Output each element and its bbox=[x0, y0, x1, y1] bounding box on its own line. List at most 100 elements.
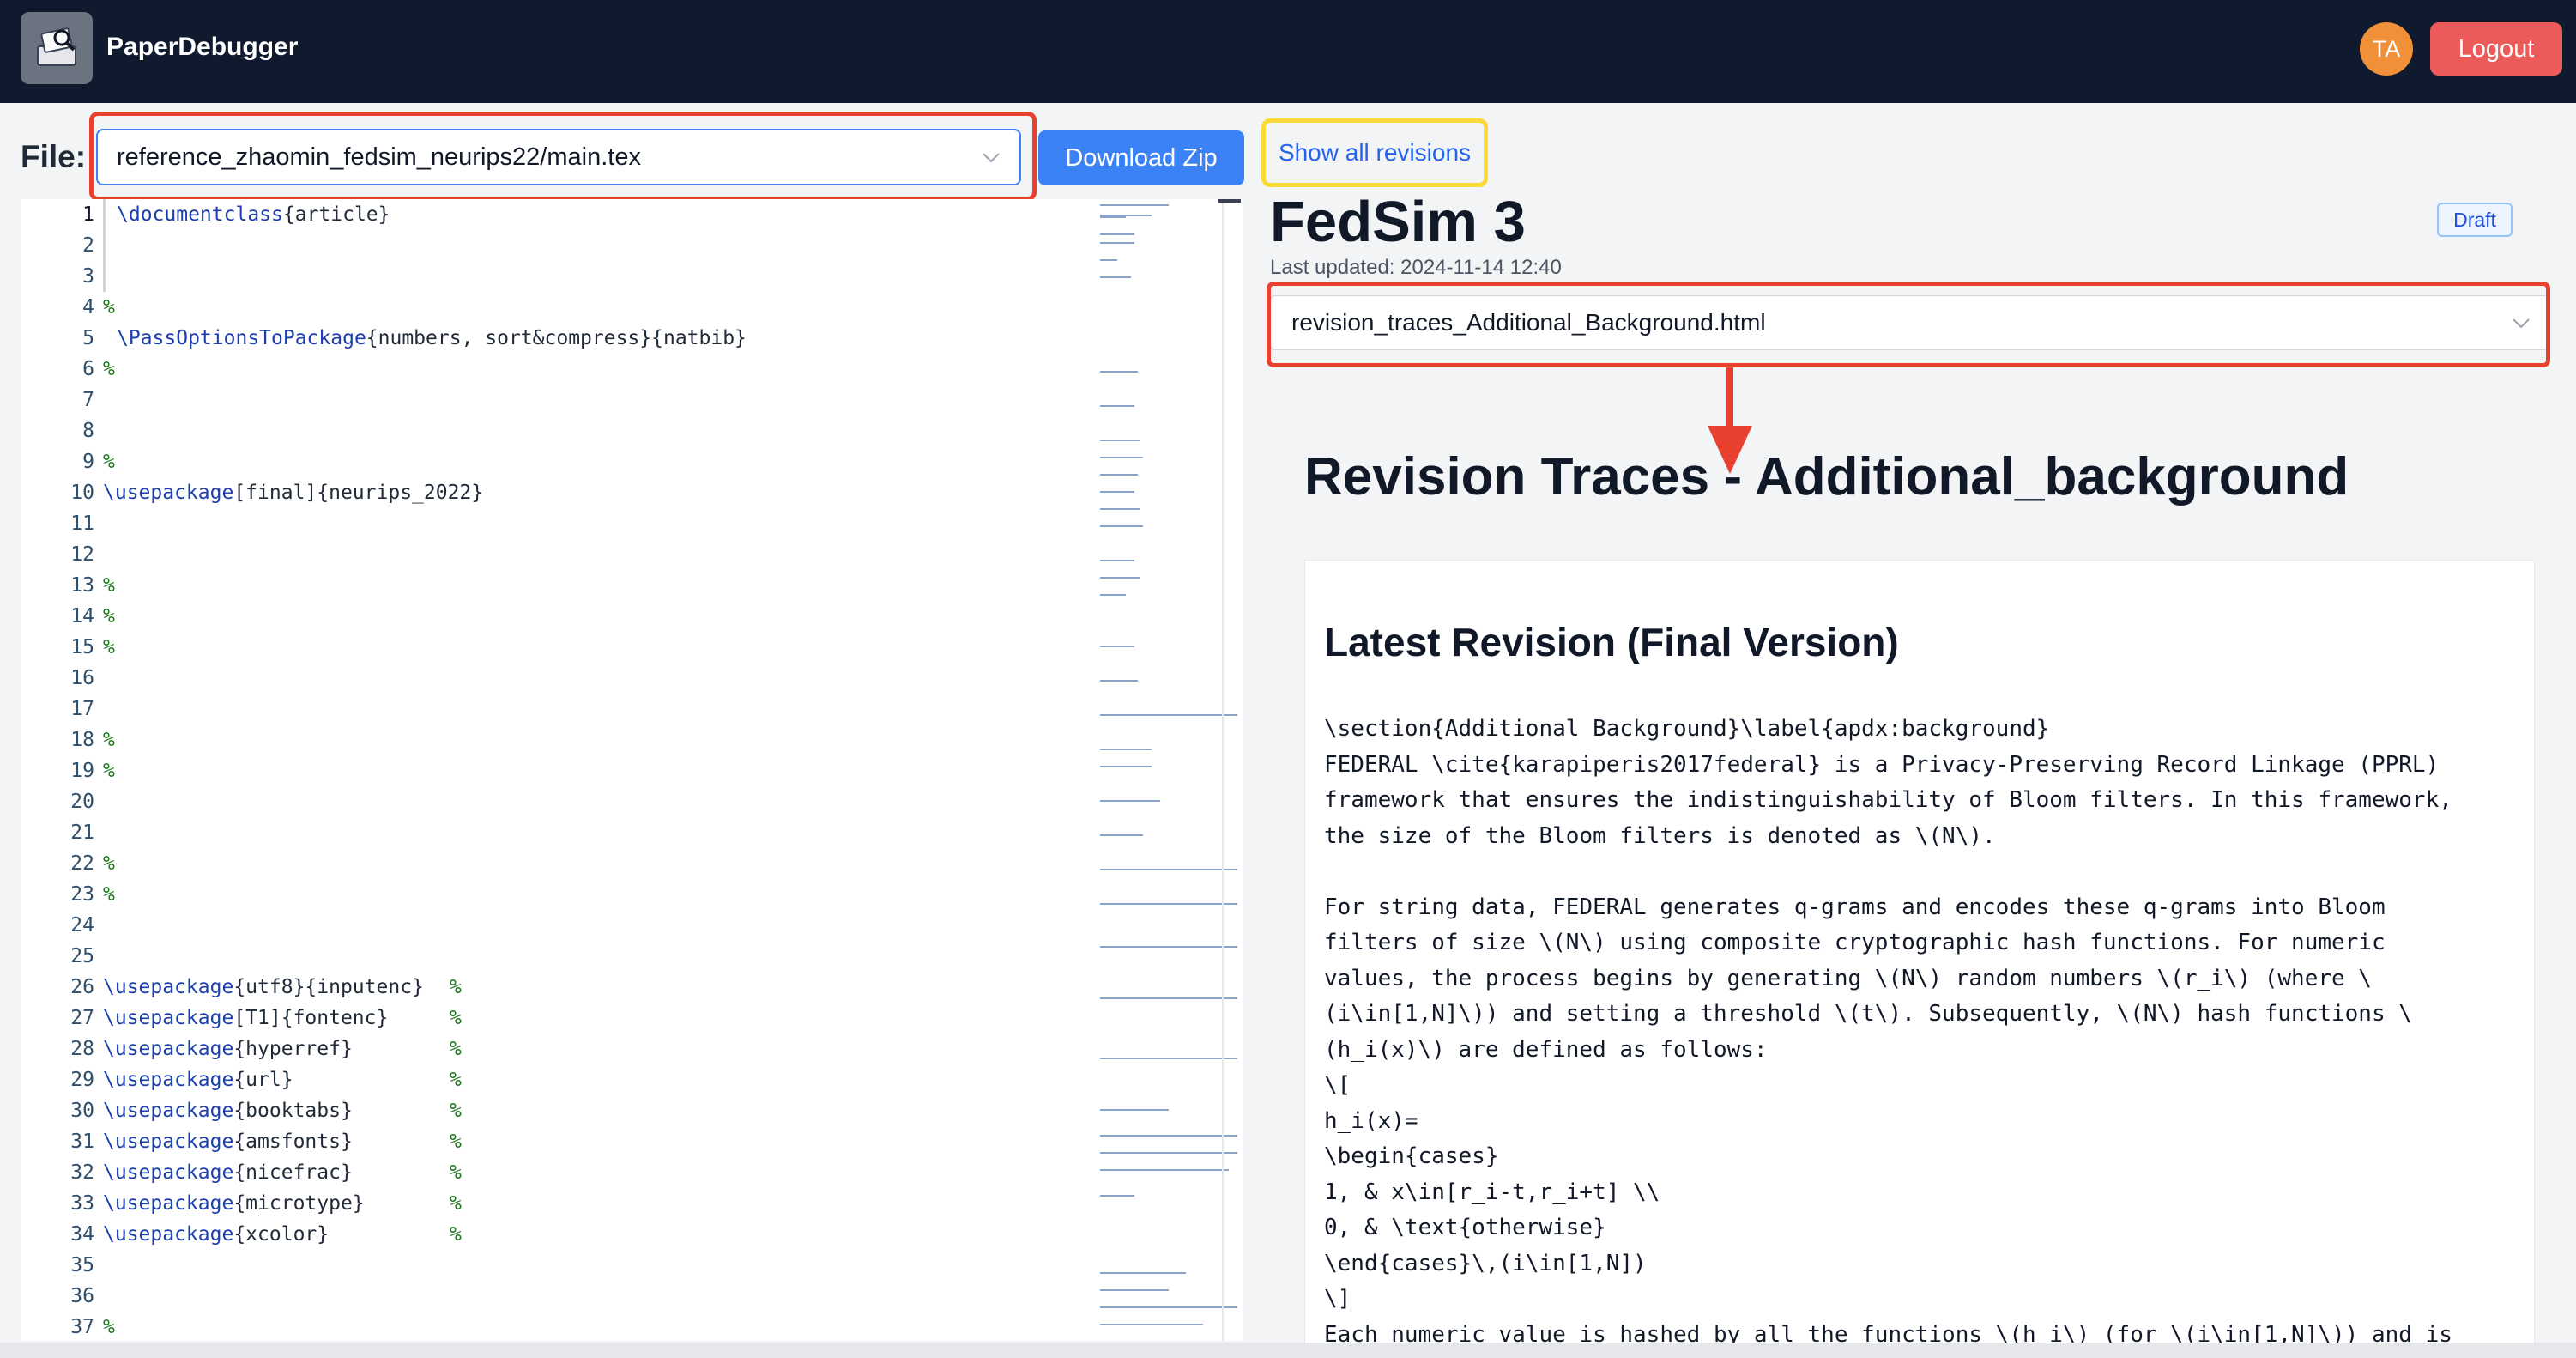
minimap-line bbox=[1100, 560, 1134, 561]
highlight-box-revision bbox=[1267, 282, 2550, 367]
line-number: 1 bbox=[82, 203, 94, 226]
minimap-line bbox=[1100, 1289, 1169, 1291]
minimap-line bbox=[1100, 1058, 1237, 1059]
code-comment: % bbox=[450, 1069, 462, 1091]
line-number: 2 bbox=[82, 234, 94, 257]
code-comment: % bbox=[450, 976, 462, 998]
minimap-line bbox=[1100, 1152, 1237, 1154]
line-number: 25 bbox=[70, 945, 94, 967]
minimap-line bbox=[1100, 1135, 1237, 1137]
line-number: 17 bbox=[70, 698, 94, 720]
line-number: 15 bbox=[70, 636, 94, 658]
minimap-line bbox=[1100, 371, 1138, 373]
active-line-indicator bbox=[103, 199, 106, 292]
minimap-line bbox=[1100, 594, 1126, 596]
minimap-scroll-thumb[interactable] bbox=[1218, 199, 1241, 203]
minimap-line bbox=[1100, 440, 1140, 441]
line-number: 5 bbox=[82, 327, 94, 349]
latest-revision-title: Latest Revision (Final Version) bbox=[1324, 620, 1899, 664]
code-line: \usepackage{microtype} bbox=[103, 1192, 365, 1215]
code-line: % bbox=[103, 358, 115, 380]
code-line: \documentclass{article} bbox=[117, 203, 390, 226]
download-zip-button[interactable]: Download Zip bbox=[1038, 130, 1244, 185]
minimap-line bbox=[1100, 903, 1237, 905]
highlight-box-file bbox=[89, 112, 1037, 201]
document-title: FedSim 3 bbox=[1270, 190, 1526, 254]
code-line: % bbox=[103, 574, 115, 597]
minimap-line bbox=[1100, 1324, 1203, 1325]
minimap-line bbox=[1100, 491, 1134, 493]
minimap-line bbox=[1100, 946, 1237, 948]
line-number: 34 bbox=[70, 1223, 94, 1246]
code-line: % bbox=[103, 605, 115, 627]
line-number: 14 bbox=[70, 605, 94, 627]
minimap-line bbox=[1100, 216, 1126, 218]
line-number: 16 bbox=[70, 667, 94, 689]
line-number: 6 bbox=[82, 358, 94, 380]
editor-minimap[interactable] bbox=[1100, 199, 1241, 1341]
revision-body-text: \section{Additional Background}\label{ap… bbox=[1324, 716, 2452, 1348]
line-number: 20 bbox=[70, 791, 94, 813]
code-comment: % bbox=[450, 1161, 462, 1184]
code-editor[interactable]: 1 2 3 4 5 6 7 8 9 10 11 12 13 14 15 16 1… bbox=[21, 199, 1243, 1341]
code-line: \usepackage{xcolor} bbox=[103, 1223, 330, 1246]
code-line: \usepackage{url} bbox=[103, 1069, 293, 1091]
code-line: \usepackage{utf8}{inputenc} bbox=[103, 976, 424, 998]
line-number: 23 bbox=[70, 883, 94, 906]
line-number: 36 bbox=[70, 1285, 94, 1307]
line-number: 12 bbox=[70, 543, 94, 566]
revision-heading: Revision Traces - Additional_background bbox=[1304, 447, 2349, 506]
line-number: 30 bbox=[70, 1100, 94, 1122]
code-line: \PassOptionsToPackage{numbers, sort&comp… bbox=[117, 327, 747, 349]
minimap-line bbox=[1100, 474, 1138, 476]
status-badge: Draft bbox=[2437, 203, 2513, 237]
line-number: 8 bbox=[82, 420, 94, 442]
user-avatar[interactable]: TA bbox=[2360, 22, 2413, 76]
minimap-line bbox=[1100, 834, 1143, 836]
minimap-line bbox=[1100, 1272, 1186, 1274]
line-number-gutter: 1 2 3 4 5 6 7 8 9 10 11 12 13 14 15 16 1… bbox=[21, 199, 94, 1341]
line-number: 32 bbox=[70, 1161, 94, 1184]
line-number: 22 bbox=[70, 852, 94, 875]
logout-button[interactable]: Logout bbox=[2430, 22, 2562, 76]
minimap-line bbox=[1100, 259, 1117, 261]
show-all-revisions-button[interactable]: Show all revisions bbox=[1261, 118, 1488, 187]
minimap-line bbox=[1100, 1306, 1237, 1308]
line-number: 9 bbox=[82, 451, 94, 473]
code-line: % bbox=[103, 1316, 115, 1338]
code-comment: % bbox=[450, 1038, 462, 1060]
line-number: 3 bbox=[82, 265, 94, 288]
line-number: 24 bbox=[70, 914, 94, 937]
editor-scrollbar[interactable] bbox=[1222, 199, 1224, 1341]
minimap-line bbox=[1100, 646, 1134, 647]
code-line: % bbox=[103, 852, 115, 875]
minimap-line bbox=[1100, 242, 1134, 244]
line-number: 13 bbox=[70, 574, 94, 597]
line-number: 29 bbox=[70, 1069, 94, 1091]
code-line: % bbox=[103, 883, 115, 906]
page-horizontal-scrollbar[interactable] bbox=[0, 1343, 2576, 1358]
line-number: 18 bbox=[70, 729, 94, 751]
code-line: \usepackage{booktabs} bbox=[103, 1100, 353, 1122]
code-comment: % bbox=[450, 1100, 462, 1122]
code-comment: % bbox=[450, 1131, 462, 1153]
line-number: 7 bbox=[82, 389, 94, 411]
minimap-line bbox=[1100, 997, 1237, 999]
file-label: File: bbox=[21, 139, 87, 174]
line-number: 37 bbox=[70, 1316, 94, 1338]
minimap-line bbox=[1100, 276, 1131, 278]
minimap-line bbox=[1100, 1169, 1229, 1171]
minimap-line bbox=[1100, 405, 1134, 407]
revision-content-card[interactable]: Latest Revision (Final Version) \section… bbox=[1304, 560, 2535, 1358]
minimap-line bbox=[1100, 204, 1169, 206]
code-line: \usepackage[final]{neurips_2022} bbox=[103, 482, 484, 504]
code-comment: % bbox=[450, 1192, 462, 1215]
app-logo-icon[interactable] bbox=[21, 12, 93, 84]
line-number: 35 bbox=[70, 1254, 94, 1276]
minimap-line bbox=[1100, 1109, 1169, 1111]
code-line: % bbox=[103, 636, 115, 658]
code-comment: % bbox=[450, 1223, 462, 1246]
line-number: 19 bbox=[70, 760, 94, 782]
minimap-line bbox=[1100, 680, 1138, 682]
line-number: 21 bbox=[70, 821, 94, 844]
